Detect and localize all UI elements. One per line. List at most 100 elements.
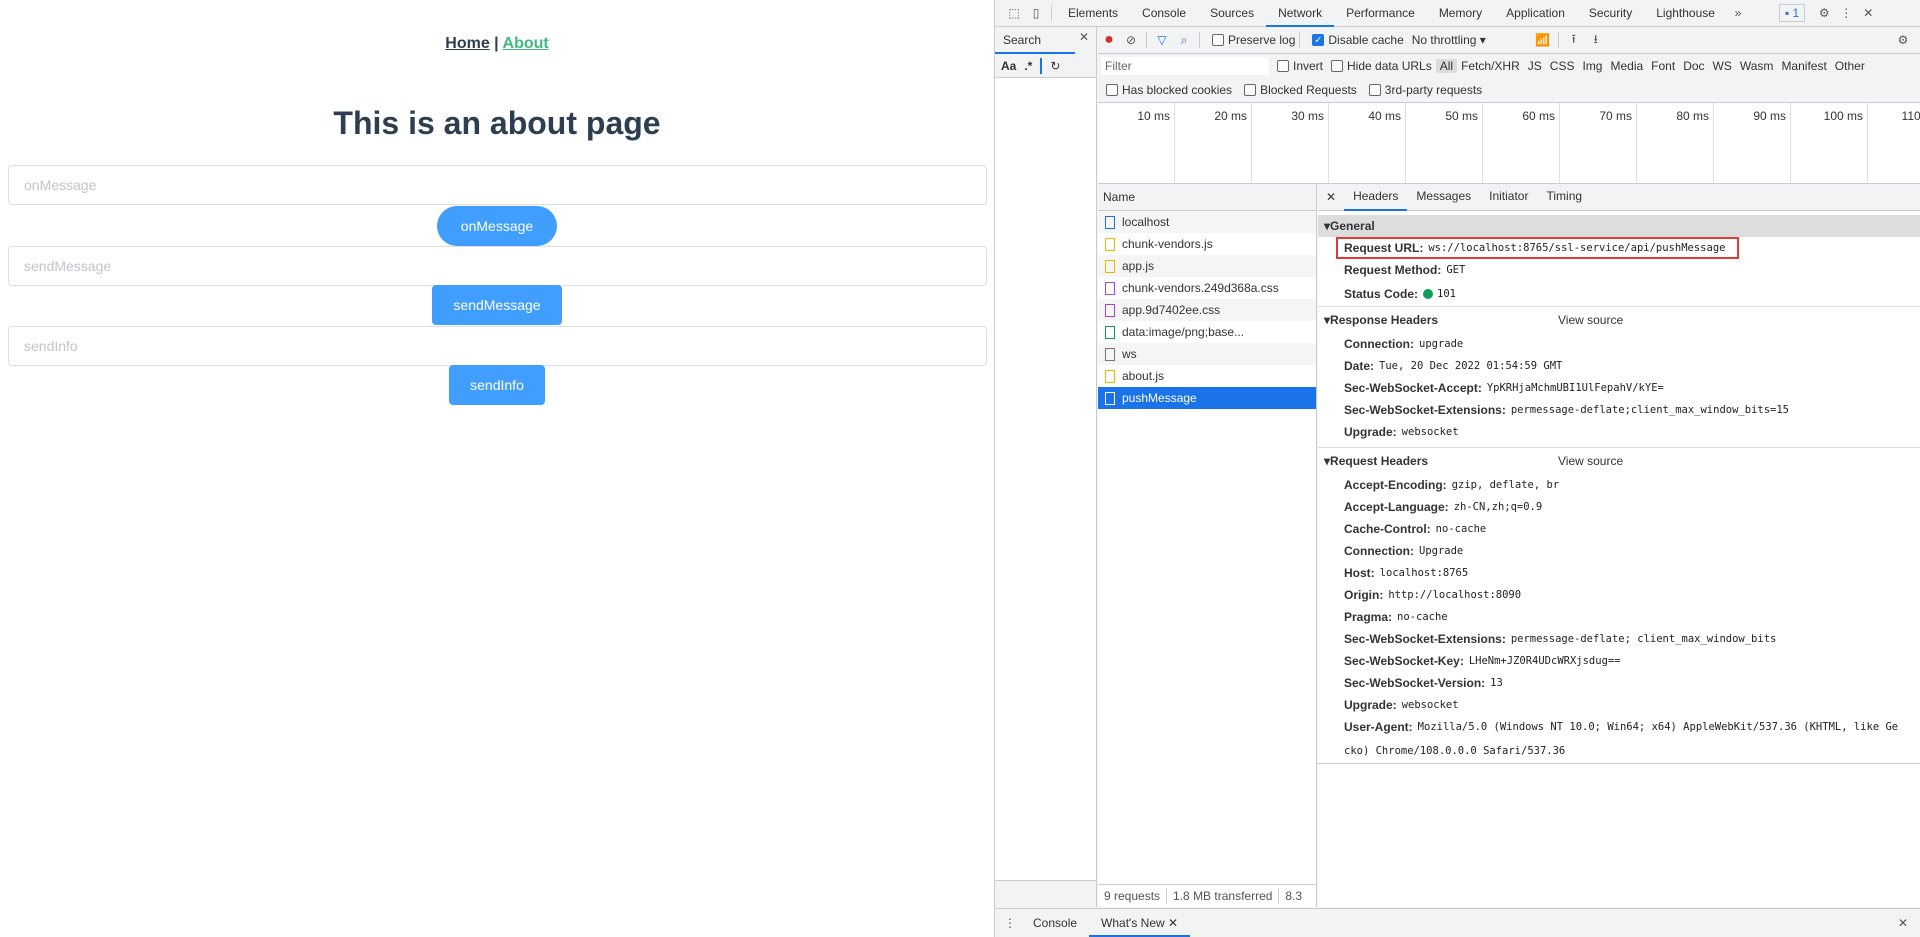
detail-tab-headers[interactable]: Headers	[1344, 184, 1408, 211]
close-details-icon[interactable]: ✕	[1318, 190, 1344, 204]
filter-icon[interactable]: ▽	[1151, 33, 1173, 47]
drawer-tabbar: ⋮ Console What's New ✕ ✕	[995, 908, 1920, 937]
onmessage-button[interactable]: onMessage	[437, 206, 557, 246]
hide-data-urls-checkbox[interactable]	[1331, 60, 1344, 72]
header-key: Date:	[1344, 359, 1375, 373]
response-headers-section[interactable]: ▾ Response Headers View source	[1318, 307, 1920, 333]
web-page: Home | About This is an about page onMes…	[0, 0, 994, 937]
close-devtools-icon[interactable]: ✕	[1857, 6, 1879, 20]
filter-type-all[interactable]: All	[1435, 59, 1458, 73]
regex-button[interactable]: .*	[1024, 59, 1032, 73]
close-search-icon[interactable]: ✕	[1073, 30, 1095, 44]
match-case-button[interactable]: Aa	[1001, 59, 1016, 73]
resources-size: 8.3	[1285, 889, 1303, 903]
request-row[interactable]: app.9d7402ee.css	[1098, 299, 1316, 321]
device-toolbar-icon[interactable]: ▯	[1025, 6, 1047, 20]
search-icon[interactable]: ⌕	[1173, 33, 1195, 48]
filter-type-fetch-xhr[interactable]: Fetch/XHR	[1457, 59, 1524, 73]
detail-tab-initiator[interactable]: Initiator	[1480, 184, 1537, 211]
tab-memory[interactable]: Memory	[1427, 0, 1494, 27]
header-row: Date: Tue, 20 Dec 2022 01:54:59 GMT	[1318, 355, 1920, 377]
header-key: Origin:	[1344, 588, 1384, 602]
request-headers-title: Request Headers	[1330, 454, 1429, 468]
tab-network[interactable]: Network	[1266, 0, 1335, 27]
filter-type-doc[interactable]: Doc	[1679, 59, 1708, 73]
import-har-icon[interactable]: ⭱	[1563, 30, 1585, 51]
timeline-overview[interactable]: 10 ms 20 ms 30 ms 40 ms 50 ms 60 ms 70 ms 80 ms…	[1098, 102, 1920, 184]
request-details: ✕ Headers Messages Initiator Timing ▾ Gener…	[1318, 184, 1920, 907]
home-link[interactable]: Home	[445, 35, 489, 52]
filter-input[interactable]: Filter	[1101, 57, 1269, 75]
onmessage-input[interactable]: onMessage	[8, 165, 987, 205]
filter-type-wasm[interactable]: Wasm	[1736, 59, 1778, 73]
network-settings-icon[interactable]: ⚙	[1892, 33, 1914, 47]
tab-security[interactable]: Security	[1577, 0, 1644, 27]
request-row[interactable]: chunk-vendors.js	[1098, 233, 1316, 255]
view-source-link[interactable]: View source	[1558, 313, 1623, 327]
filter-type-ws[interactable]: WS	[1709, 59, 1736, 73]
more-tabs-icon[interactable]: »	[1727, 6, 1749, 20]
request-row[interactable]: data:image/png;base...	[1098, 321, 1316, 343]
drawer-menu-icon[interactable]: ⋮	[999, 916, 1021, 930]
tab-application[interactable]: Application	[1494, 0, 1577, 27]
tab-sources[interactable]: Sources	[1198, 0, 1266, 27]
request-row[interactable]: pushMessage	[1098, 387, 1316, 409]
invert-checkbox[interactable]	[1277, 60, 1289, 72]
tab-console[interactable]: Console	[1130, 0, 1198, 27]
request-row[interactable]: about.js	[1098, 365, 1316, 387]
header-key: Sec-WebSocket-Extensions:	[1344, 632, 1506, 646]
sendinfo-button[interactable]: sendInfo	[449, 365, 545, 405]
view-source-link[interactable]: View source	[1558, 454, 1623, 468]
tab-performance[interactable]: Performance	[1334, 0, 1427, 27]
filter-type-other[interactable]: Other	[1831, 59, 1869, 73]
request-row[interactable]: ws	[1098, 343, 1316, 365]
request-row[interactable]: chunk-vendors.249d368a.css	[1098, 277, 1316, 299]
detail-tab-messages[interactable]: Messages	[1407, 184, 1480, 211]
record-icon[interactable]: ●	[1098, 31, 1120, 49]
sendmessage-button[interactable]: sendMessage	[432, 285, 562, 325]
timeline-tick: 20 ms	[1175, 103, 1252, 183]
tab-elements[interactable]: Elements	[1056, 0, 1130, 27]
network-conditions-icon[interactable]: 📶	[1532, 33, 1554, 47]
preserve-log-checkbox[interactable]	[1212, 34, 1224, 46]
name-column-header[interactable]: Name	[1098, 184, 1316, 211]
issues-badge[interactable]: ▪ 1	[1778, 4, 1806, 22]
nav: Home | About	[0, 35, 994, 53]
clear-icon[interactable]: ⊘	[1120, 33, 1142, 47]
timeline-tick: 10 ms	[1098, 103, 1175, 183]
request-headers-section[interactable]: ▾ Request Headers View source	[1318, 448, 1920, 474]
blocked-cookies-checkbox[interactable]	[1106, 84, 1118, 96]
filter-type-js[interactable]: JS	[1524, 59, 1546, 73]
filter-type-media[interactable]: Media	[1606, 59, 1647, 73]
drawer-tab-console[interactable]: Console	[1021, 910, 1089, 937]
drawer-tab-whats-new[interactable]: What's New ✕	[1089, 910, 1191, 937]
header-row: Pragma: no-cache	[1318, 606, 1920, 628]
filter-type-manifest[interactable]: Manifest	[1777, 59, 1830, 73]
inspect-icon[interactable]: ⬚	[1003, 6, 1025, 20]
sendinfo-input[interactable]: sendInfo	[8, 326, 987, 366]
filter-type-css[interactable]: CSS	[1546, 59, 1579, 73]
preserve-log-label: Preserve log	[1228, 33, 1296, 47]
third-party-checkbox[interactable]	[1368, 84, 1381, 96]
general-section[interactable]: ▾ General	[1318, 215, 1920, 237]
blocked-requests-checkbox[interactable]	[1244, 84, 1257, 96]
refresh-icon[interactable]: ↻	[1050, 59, 1060, 73]
filter-type-img[interactable]: Img	[1578, 59, 1606, 73]
detail-tab-timing[interactable]: Timing	[1537, 184, 1591, 211]
about-link[interactable]: About	[503, 35, 549, 52]
filter-type-font[interactable]: Font	[1647, 59, 1679, 73]
tab-lighthouse[interactable]: Lighthouse	[1644, 0, 1727, 27]
export-har-icon[interactable]: ⭳	[1585, 30, 1607, 51]
more-options-icon[interactable]: ⋮	[1835, 6, 1857, 20]
file-css-icon	[1105, 303, 1115, 317]
search-tab[interactable]: Search	[995, 27, 1075, 54]
sendmessage-input[interactable]: sendMessage	[8, 246, 987, 286]
settings-icon[interactable]: ⚙	[1813, 6, 1835, 20]
throttling-select[interactable]: No throttling ▾	[1412, 33, 1532, 47]
request-row[interactable]: localhost	[1098, 211, 1316, 233]
search-input[interactable]	[1040, 57, 1043, 74]
request-row[interactable]: app.js	[1098, 255, 1316, 277]
disable-cache-checkbox[interactable]: ✓	[1312, 34, 1325, 46]
close-tab-icon[interactable]: ✕	[1168, 916, 1178, 930]
close-drawer-icon[interactable]: ✕	[1892, 916, 1914, 930]
